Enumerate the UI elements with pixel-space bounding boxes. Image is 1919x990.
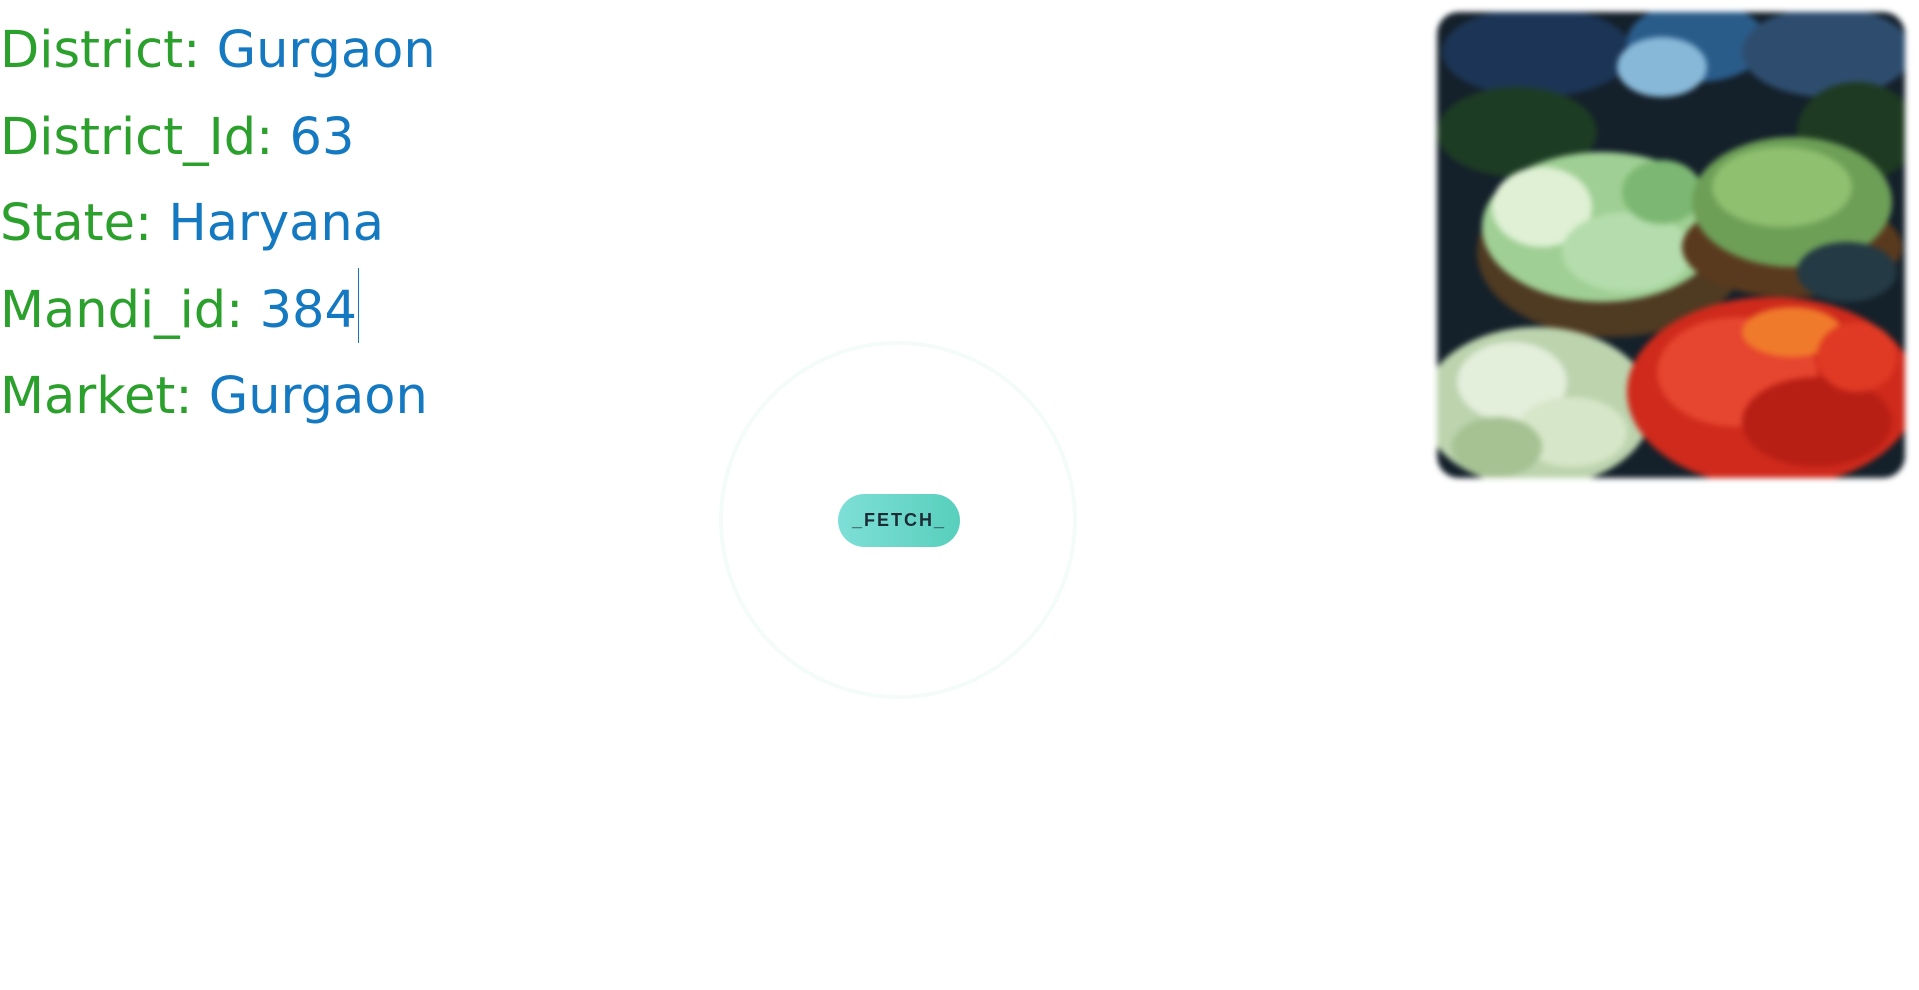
district-id-row: District_Id: 63 (0, 95, 436, 182)
district-value[interactable]: Gurgaon (217, 21, 436, 80)
mandi-id-row: Mandi_id: 384 (0, 267, 436, 355)
text-cursor (357, 267, 359, 343)
market-row: Market: Gurgaon (0, 354, 436, 441)
market-label: Market: (0, 367, 209, 426)
district-label: District: (0, 21, 217, 80)
state-label: State: (0, 194, 169, 253)
fetch-button[interactable]: _FETCH_ (838, 494, 960, 547)
district-id-value[interactable]: 63 (290, 108, 355, 167)
vegetable-market-image (1437, 12, 1905, 478)
mandi-id-value[interactable]: 384 (260, 281, 357, 340)
state-row: State: Haryana (0, 181, 436, 268)
market-value[interactable]: Gurgaon (209, 367, 428, 426)
mandi-id-label: Mandi_id: (0, 280, 260, 340)
district-id-label: District_Id: (0, 107, 290, 167)
district-row: District: Gurgaon (0, 8, 436, 95)
state-value[interactable]: Haryana (168, 194, 384, 253)
mandi-info-list: District: Gurgaon District_Id: 63 State:… (0, 8, 436, 441)
